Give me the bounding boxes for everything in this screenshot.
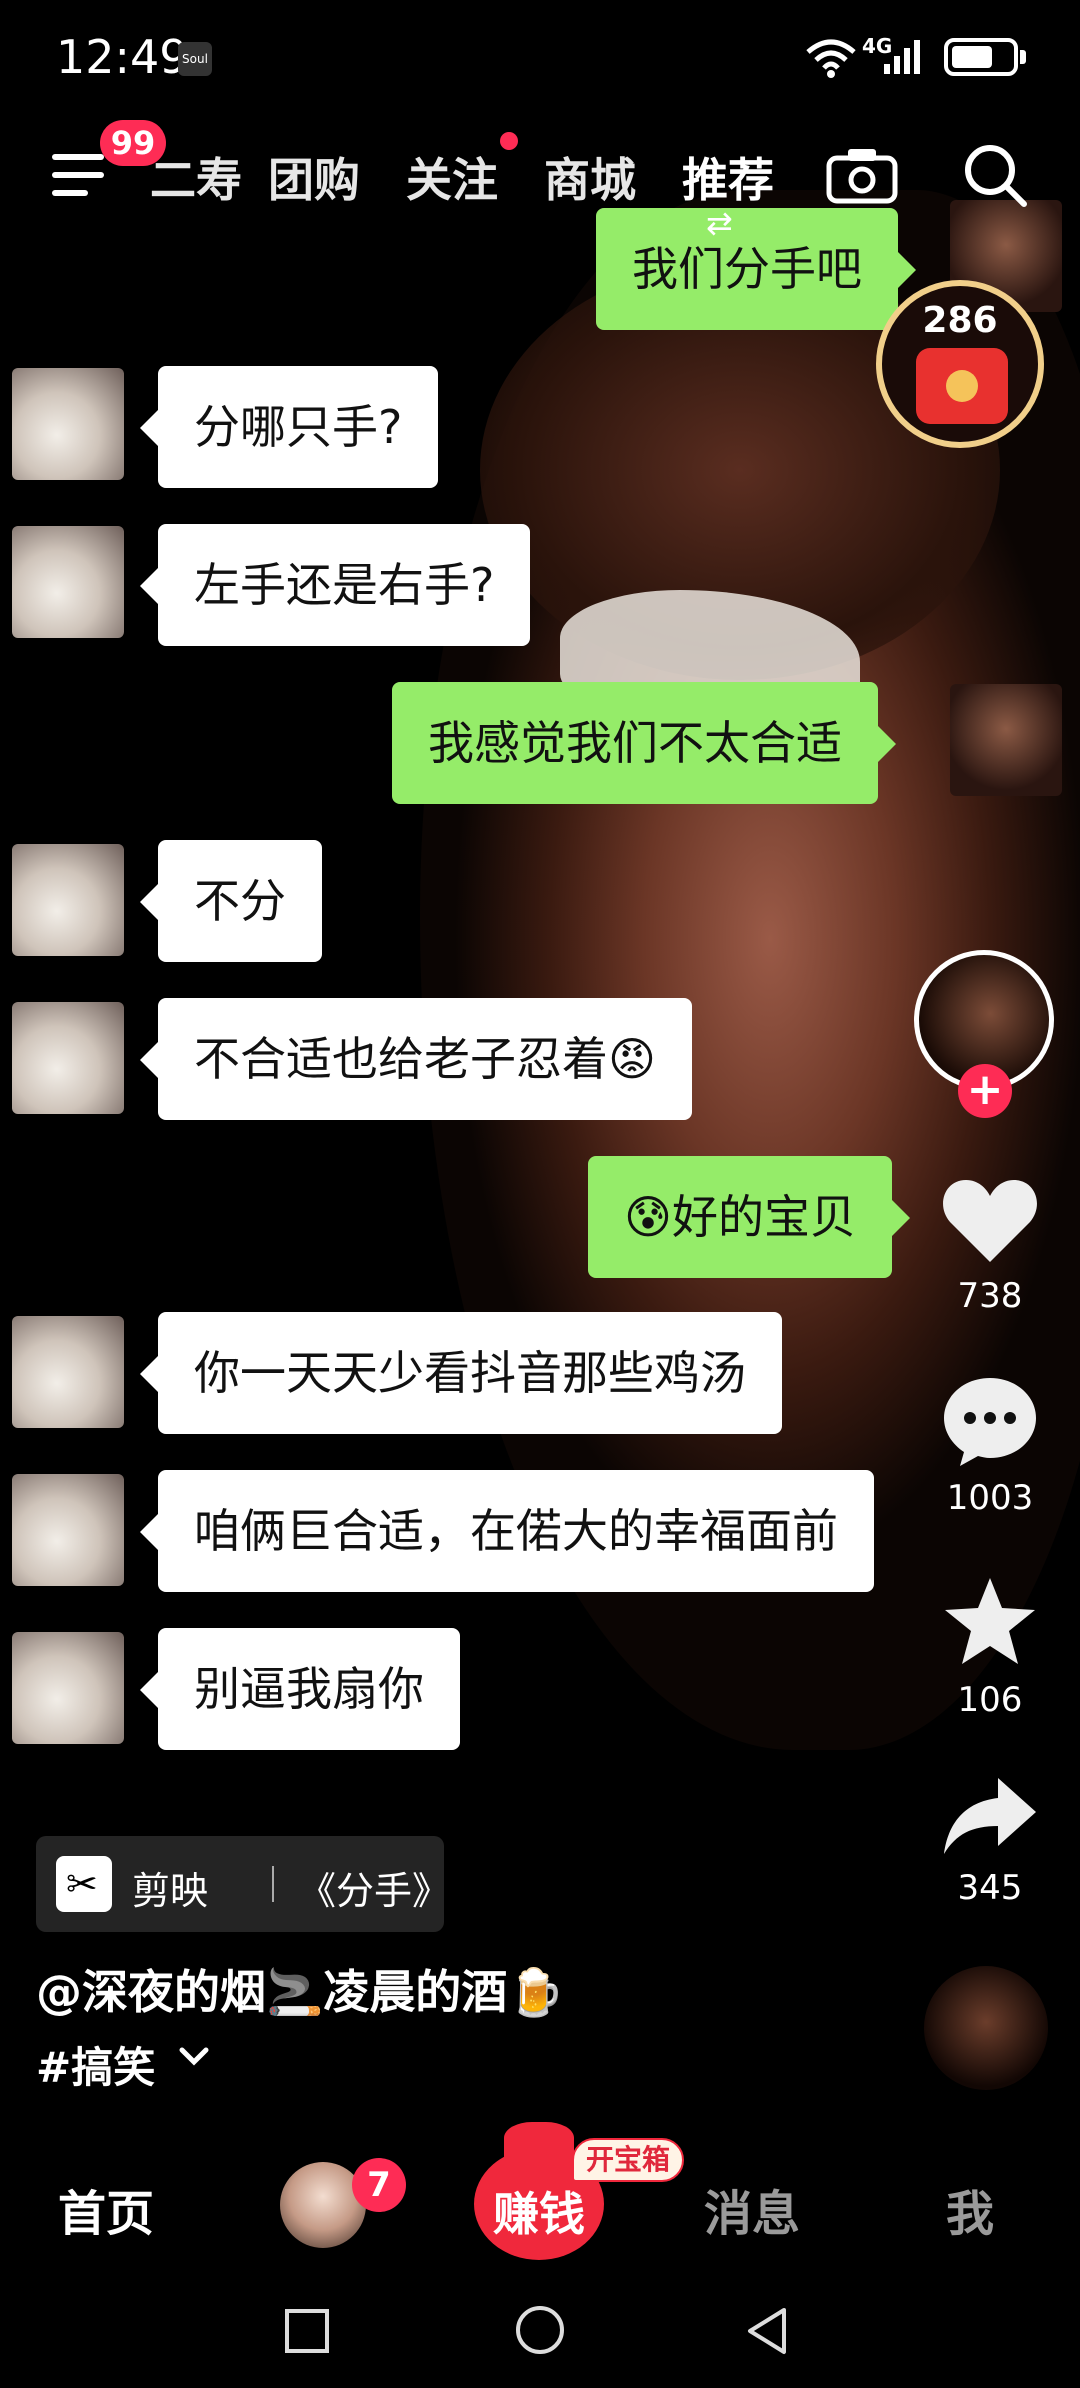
tab-mall[interactable]: 商城: [544, 144, 636, 210]
capcut-template-title: 《分手》: [298, 1869, 451, 1913]
signal-icon: [884, 40, 920, 74]
chat-avatar-left: [12, 1002, 124, 1114]
wifi-icon: [806, 39, 856, 78]
swap-icon: ⇄: [706, 204, 733, 242]
tab-home[interactable]: 首页: [58, 2174, 154, 2244]
bottom-tab-bar: 首页 7 赚钱 开宝箱 消息 我: [0, 2122, 1080, 2270]
chat-bubble-left: 不分: [140, 840, 322, 962]
share-count: 345: [957, 1868, 1023, 1908]
follow-plus-button[interactable]: +: [958, 1064, 1012, 1118]
share-icon: [944, 1778, 1036, 1854]
chat-avatar-right: [950, 684, 1062, 796]
tab-messages[interactable]: 消息: [704, 2174, 800, 2244]
share-button[interactable]: 345: [920, 1772, 1060, 1908]
tab-following[interactable]: 关注: [406, 144, 498, 210]
capcut-app-name: 剪映: [132, 1869, 209, 1913]
chat-avatar-left: [12, 844, 124, 956]
status-bar: 12:49 Soul 4G: [0, 0, 1080, 110]
chat-avatar-left: [12, 526, 124, 638]
search-icon[interactable]: [962, 142, 1028, 208]
divider: [272, 1866, 274, 1902]
earn-label: 赚钱: [493, 2187, 585, 2241]
tab-recommend[interactable]: 推荐: [682, 144, 774, 210]
home-icon[interactable]: [514, 2304, 566, 2356]
like-button[interactable]: 738: [920, 1174, 1060, 1316]
tab-group-buy[interactable]: 团购: [268, 144, 360, 210]
video-author[interactable]: @深夜的烟🚬凌晨的酒🍺: [36, 1956, 565, 2022]
chat-bubble-right: 我感觉我们不太合适: [392, 682, 896, 804]
favorite-count: 106: [957, 1680, 1023, 1720]
treasure-chest-tag[interactable]: 开宝箱: [572, 2138, 685, 2182]
battery-icon: [944, 38, 1026, 76]
capcut-logo-icon: [56, 1856, 112, 1912]
tab-me[interactable]: 我: [946, 2174, 994, 2244]
tab-ershou[interactable]: 二寿: [150, 144, 242, 210]
chat-bubble-left: 不合适也给老子忍着😡: [140, 998, 692, 1120]
chat-bubble-left: 分哪只手?: [139, 366, 439, 488]
video-hashtag[interactable]: #搞笑: [36, 2034, 155, 2095]
chat-avatar-left: [12, 1632, 124, 1744]
recent-apps-icon[interactable]: [284, 2308, 330, 2354]
chat-bubble-right: 我们分手吧: [596, 208, 916, 330]
red-packet-widget[interactable]: 286: [876, 280, 1044, 448]
chevron-down-icon[interactable]: [178, 2046, 210, 2066]
clock: 12:49: [56, 30, 189, 84]
back-icon[interactable]: [744, 2306, 790, 2356]
menu-icon[interactable]: [52, 154, 104, 198]
chat-bubble-left: 咱俩巨合适，在偌大的幸福面前: [140, 1470, 874, 1592]
chat-bubble-right: 😰好的宝贝: [588, 1156, 910, 1278]
music-disc[interactable]: [924, 1966, 1048, 2090]
chat-avatar-left: [12, 1316, 124, 1428]
chat-avatar-left: [12, 1474, 124, 1586]
red-packet-count: 286: [922, 300, 998, 341]
system-navigation-bar: [0, 2270, 1080, 2388]
friends-badge: 7: [352, 2158, 406, 2212]
chat-bubble-left: 你一天天少看抖音那些鸡汤: [140, 1312, 782, 1434]
camera-icon[interactable]: [826, 146, 898, 204]
chat-bubble-left: 左手还是右手?: [139, 524, 531, 646]
red-packet-icon: [916, 348, 1008, 424]
star-icon: [945, 1578, 1035, 1664]
following-dot: [500, 132, 518, 150]
favorite-button[interactable]: 106: [920, 1574, 1060, 1720]
like-count: 738: [957, 1276, 1023, 1316]
soul-app-icon: Soul: [178, 42, 212, 76]
heart-icon: [943, 1180, 1037, 1262]
comment-button[interactable]: 1003: [920, 1372, 1060, 1518]
capcut-template-chip[interactable]: 剪映 《分手》: [36, 1836, 451, 1932]
chat-avatar-left: [12, 368, 124, 480]
comment-count: 1003: [946, 1478, 1034, 1518]
chat-bubble-left: 别逼我扇你: [140, 1628, 460, 1750]
comment-icon: [944, 1378, 1036, 1466]
